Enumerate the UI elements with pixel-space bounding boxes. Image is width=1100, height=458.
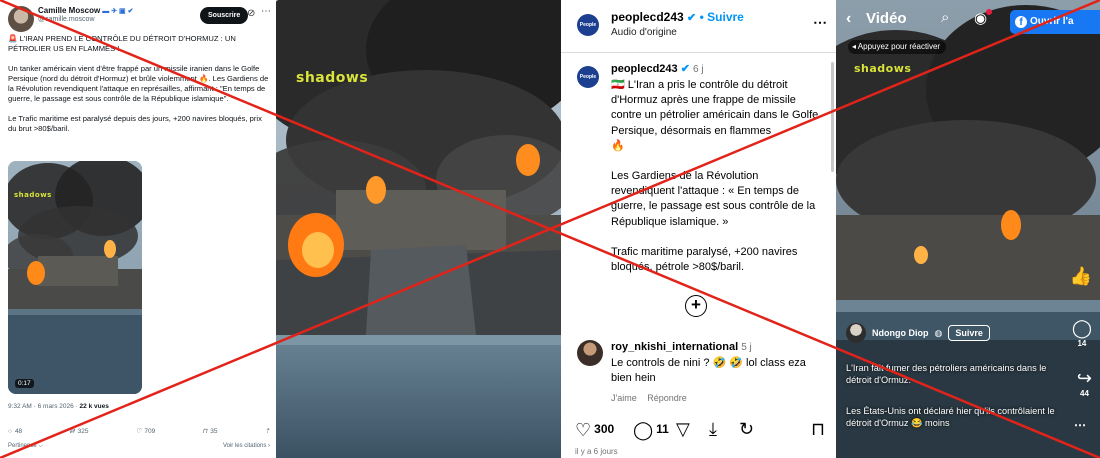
share-count: 44 (1080, 389, 1089, 398)
comment-button[interactable]: ◯ 11 (633, 418, 669, 440)
caption-text: 🇮🇷 L'Iran a pris le contrôle du détroit … (611, 78, 823, 290)
action-bar: ♡ 300 ◯ 11 ▽ ⤓ ↻ ⊓ il y a 6 jours (561, 408, 836, 458)
tweet-panel: Camille Moscow ▬ ✈ ▣ ✔ @camille.moscow So… (0, 0, 276, 458)
retweet-icon: ⇄ (69, 428, 75, 435)
comment-count: 14 (1077, 339, 1087, 348)
load-more-comments-icon[interactable]: + (685, 295, 707, 317)
caption-author[interactable]: peoplecd243 ✔ 6 j (611, 62, 704, 75)
verified-icon: ✔ (680, 63, 690, 75)
unmute-hint[interactable]: ◂ Appuyez pour réactiver (848, 40, 947, 54)
account-logo[interactable]: People CD (577, 66, 599, 102)
like-count: 300 (594, 422, 615, 436)
profile-badges: ▬ ✈ ▣ ✔ (102, 8, 134, 15)
like-button[interactable]: ♡ 709 (135, 427, 156, 436)
follow-button[interactable]: • Suivre (700, 10, 744, 24)
bookmark-icon[interactable]: ⊓ (811, 418, 825, 440)
watermark: shadows (854, 62, 912, 75)
video-author[interactable]: Ndongo Diop ◍ Suivre (846, 323, 990, 343)
facebook-icon: f (1015, 16, 1027, 28)
more-icon[interactable]: ⋯ (813, 14, 827, 31)
share-button[interactable]: ↪ 44 (1077, 368, 1092, 398)
facebook-panel: ‹ Vidéo ⌕ ◉ f Ouvrir l'a ◂ Appuyez pour r… (836, 0, 1100, 458)
share-button[interactable]: ⇡ (265, 427, 270, 435)
comment-actions: J'aime Répondre (611, 393, 695, 403)
notification-badge (986, 9, 992, 15)
caption-age: 6 j (692, 64, 704, 75)
comment-count: 11 (656, 422, 669, 436)
retweet-button[interactable]: ⇄ 325 (69, 427, 88, 436)
tweet-paragraph: Un tanker américain vient d'être frappé … (8, 64, 269, 103)
avatar[interactable] (8, 6, 34, 32)
author-name[interactable]: Ndongo Diop (872, 328, 928, 338)
burning-tanker-image (276, 0, 561, 458)
share-icon: ⇡ (264, 428, 270, 435)
comment-icon: ◯ (1071, 318, 1092, 338)
video-still-panel: shadows (276, 0, 561, 458)
video-duration: 0:17 (15, 379, 34, 388)
tweet-user-name[interactable]: Camille Moscow ▬ ✈ ▣ ✔ (38, 6, 133, 15)
tweet-actions: ○ 48 ⇄ 325 ♡ 709 ⊓ 35 ⇡ (8, 427, 270, 436)
more-icon[interactable]: ⋯ (261, 6, 271, 17)
comment-text: Le controls de nini ? 🤣 🤣 lol class eza … (611, 357, 806, 384)
tweet-paragraph: Le Trafic maritime est paralysé depuis d… (8, 114, 262, 133)
grok-icon[interactable]: ⊘ (247, 8, 255, 19)
follow-button[interactable]: Suivre (948, 325, 990, 341)
pertinence-dropdown[interactable]: Pertinence ⌵ (8, 443, 43, 450)
original-audio-link[interactable]: Audio d'origine (611, 27, 677, 38)
page-title: Vidéo (866, 10, 907, 27)
more-icon[interactable]: ⋯ (1074, 418, 1086, 432)
search-icon[interactable]: ⌕ (941, 9, 949, 26)
reply-icon: ○ (8, 427, 12, 435)
open-app-button[interactable]: f Ouvrir l'a (1010, 10, 1100, 34)
thumbs-up-icon: 👍 (1069, 266, 1092, 286)
back-icon[interactable]: ‹ (846, 10, 851, 28)
view-quotes-link[interactable]: Voir les citations › (223, 443, 270, 450)
verified-icon: ✔ (687, 12, 697, 24)
tweet-paragraph: 🚨 L'IRAN PREND LE CONTRÔLE DU DÉTROIT D'… (8, 34, 236, 53)
comment-like-button[interactable]: J'aime (611, 393, 637, 403)
comment-icon: ◯ (633, 420, 654, 440)
caption-paragraph: 🇮🇷 L'Iran a pris le contrôle du détroit … (611, 79, 819, 137)
tweet-video[interactable]: shadows 0:17 (8, 161, 142, 394)
tweet-bottom-bar: Pertinence ⌵ Voir les citations › (8, 443, 270, 450)
avatar[interactable] (577, 340, 603, 366)
watermark: shadows (14, 191, 52, 199)
account-logo[interactable]: People CD (577, 14, 599, 50)
remix-icon[interactable]: ↻ (739, 418, 754, 440)
like-button[interactable]: 👍 (1070, 266, 1092, 287)
heart-icon: ♡ (135, 428, 142, 435)
subscribe-button[interactable]: Souscrire (200, 7, 249, 24)
view-count: 22 k vues (79, 403, 109, 410)
caption-paragraph: Les Gardiens de la Révolution revendique… (611, 170, 816, 228)
reply-button[interactable]: ○ 48 (8, 427, 22, 435)
video-description: L'Iran fait fumer des pétroliers américa… (846, 363, 1047, 386)
comment-age: 5 j (741, 342, 752, 353)
comment-button[interactable]: ◯ 14 (1072, 318, 1092, 348)
tweet-meta: 9:32 AM · 6 mars 2026 · 22 k vues (8, 403, 109, 410)
share-icon[interactable]: ▽ (676, 418, 690, 440)
account-name[interactable]: peoplecd243 ✔ • Suivre (611, 10, 744, 24)
scrollbar[interactable] (831, 62, 834, 172)
tweet-text: 🚨 L'IRAN PREND LE CONTRÔLE DU DÉTROIT D'… (8, 34, 270, 144)
bookmark-icon: ⊓ (202, 428, 208, 435)
watermark: shadows (296, 70, 369, 86)
bookmark-button[interactable]: ⊓ 35 (202, 427, 217, 436)
download-icon[interactable]: ⤓ (709, 418, 717, 440)
comment-reply-button[interactable]: Répondre (647, 393, 687, 403)
heart-icon: ♡ (575, 420, 592, 440)
instagram-panel: People CD peoplecd243 ✔ • Suivre Audio d… (561, 0, 836, 458)
tweet-handle[interactable]: @camille.moscow (38, 16, 95, 23)
post-date: il y a 6 jours (575, 447, 618, 456)
avatar[interactable] (846, 323, 866, 343)
globe-icon: ◍ (934, 327, 943, 338)
share-icon: ↪ (1076, 368, 1092, 388)
caption-paragraph: Trafic maritime paralysé, +200 navires b… (611, 245, 798, 274)
fire-icon: 🔥 (611, 139, 625, 152)
divider (561, 52, 836, 53)
video-description[interactable]: Les États-Unis ont déclaré hier qu'ils c… (846, 405, 1056, 430)
comment-author[interactable]: roy_nkishi_international 5 j (611, 341, 752, 353)
like-button[interactable]: ♡ 300 (575, 418, 614, 440)
